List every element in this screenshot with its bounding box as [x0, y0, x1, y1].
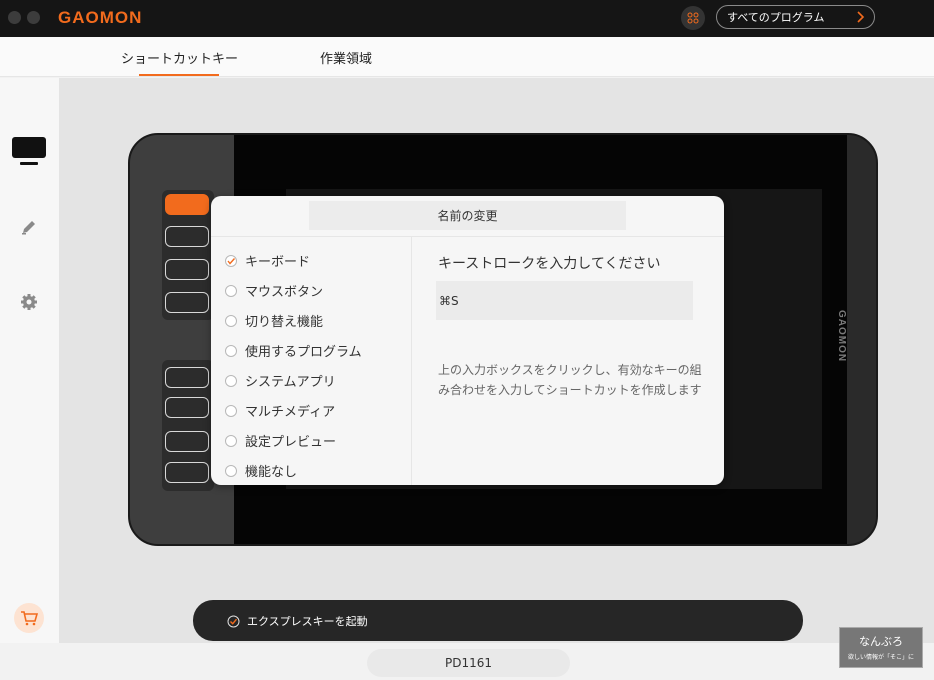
option-settings-preview[interactable]: 設定プレビュー	[225, 431, 336, 450]
grid-icon	[687, 12, 699, 24]
express-key-group-top	[162, 190, 214, 320]
all-programs-label: すべてのプログラム	[727, 11, 825, 24]
option-label: システムアプリ	[245, 375, 336, 390]
title-bar: GAOMON すべてのプログラム	[0, 0, 934, 37]
gear-icon[interactable]	[20, 293, 38, 311]
option-label: 機能なし	[245, 465, 298, 480]
radio-icon	[225, 404, 237, 417]
option-label: 使用するプログラム	[245, 345, 362, 360]
option-no-function[interactable]: 機能なし	[225, 461, 297, 480]
radio-icon	[225, 434, 237, 447]
cart-icon	[21, 611, 38, 626]
express-key-label: エクスプレスキーを起動	[247, 615, 368, 628]
express-key-6[interactable]	[165, 397, 209, 418]
dialog-title-field[interactable]: 名前の変更	[309, 201, 626, 230]
window-minimize-button[interactable]	[27, 11, 40, 24]
radio-icon	[225, 374, 237, 387]
express-key-toggle[interactable]: エクスプレスキーを起動	[227, 613, 368, 629]
option-switch-function[interactable]: 切り替え機能	[225, 311, 323, 330]
option-label: 切り替え機能	[245, 315, 324, 330]
device-model-label: PD1161	[444, 656, 492, 670]
watermark: なんぶろ 欲しい情報が「そこ」に	[839, 627, 923, 668]
keystroke-help-text: 上の入力ボックスをクリックし、有効なキーの組み合わせを入力してショートカットを作…	[438, 363, 702, 397]
all-programs-button[interactable]: すべてのプログラム	[716, 5, 875, 29]
tab-work-area[interactable]: 作業領域	[320, 48, 372, 67]
option-run-program[interactable]: 使用するプログラム	[225, 341, 362, 360]
pen-icon[interactable]	[20, 218, 38, 236]
option-label: マウスボタン	[245, 285, 324, 300]
check-circle-icon	[227, 615, 240, 627]
device-model-selector[interactable]: PD1161	[367, 649, 570, 677]
express-key-7[interactable]	[165, 431, 209, 452]
rename-dialog: 名前の変更 キーボード マウスボタン 切り替え機能 使用するプログラム システム…	[211, 196, 724, 485]
express-key-4[interactable]	[165, 292, 209, 313]
tab-shortcut-keys[interactable]: ショートカットキー	[121, 48, 238, 67]
express-key-group-bottom	[162, 360, 214, 491]
tab-bar: ショートカットキー 作業領域	[0, 37, 934, 77]
keystroke-input[interactable]	[436, 281, 693, 320]
radio-icon	[225, 314, 237, 327]
watermark-subtitle: 欲しい情報が「そこ」に	[847, 654, 914, 661]
radio-icon	[225, 344, 237, 357]
chevron-right-icon	[857, 11, 865, 23]
option-keyboard[interactable]: キーボード	[225, 251, 310, 270]
express-key-8[interactable]	[165, 462, 209, 483]
apps-grid-button[interactable]	[681, 6, 705, 30]
display-icon[interactable]	[11, 136, 47, 168]
dialog-title: 名前の変更	[437, 209, 498, 223]
express-key-2[interactable]	[165, 226, 209, 247]
option-label: 設定プレビュー	[245, 435, 337, 450]
option-label: キーボード	[245, 255, 311, 270]
dialog-header: 名前の変更	[211, 196, 724, 237]
option-mouse-button[interactable]: マウスボタン	[225, 281, 323, 300]
window-close-button[interactable]	[8, 11, 21, 24]
tablet-brand: GAOMON	[836, 310, 847, 363]
express-key-3[interactable]	[165, 259, 209, 280]
app-logo: GAOMON	[58, 8, 143, 27]
option-label: マルチメディア	[245, 405, 336, 420]
function-type-list: キーボード マウスボタン 切り替え機能 使用するプログラム システムアプリ マル…	[211, 237, 412, 485]
active-tab-indicator	[139, 74, 219, 76]
express-key-1[interactable]	[165, 194, 209, 215]
radio-icon	[225, 284, 237, 297]
sidebar	[0, 78, 59, 643]
watermark-title: なんぶろ	[859, 635, 903, 648]
option-multimedia[interactable]: マルチメディア	[225, 401, 335, 420]
keystroke-heading: キーストロークを入力してください	[438, 256, 661, 272]
option-system-app[interactable]: システムアプリ	[225, 371, 336, 390]
check-icon	[225, 254, 237, 267]
shop-button[interactable]	[14, 603, 44, 633]
radio-icon	[225, 464, 237, 477]
express-key-5[interactable]	[165, 367, 209, 388]
express-key-bar: エクスプレスキーを起動	[193, 600, 803, 641]
